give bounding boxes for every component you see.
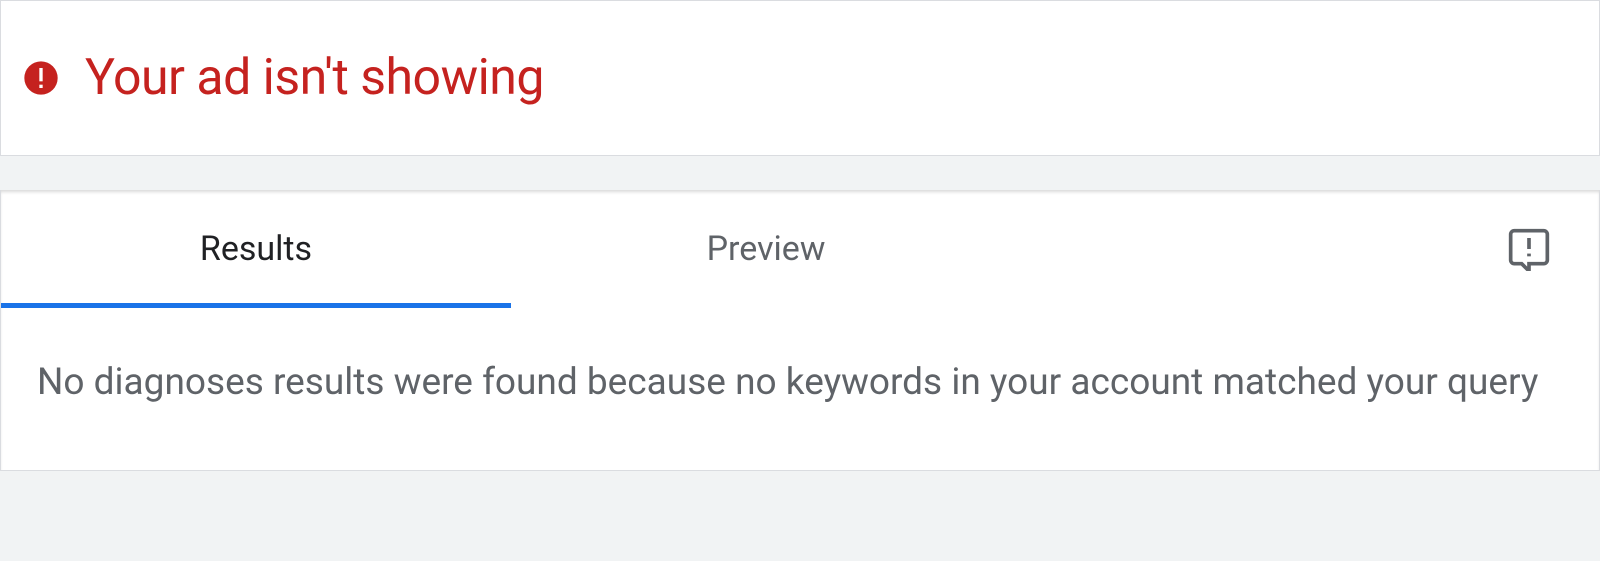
feedback-icon [1507, 227, 1551, 271]
tab-label: Preview [707, 229, 826, 269]
tab-label: Results [200, 229, 312, 269]
banner-title: Your ad isn't showing [85, 49, 544, 107]
tab-results[interactable]: Results [1, 190, 511, 308]
status-banner: Your ad isn't showing [0, 0, 1600, 156]
results-panel: Results Preview No diagnoses results wer… [0, 190, 1600, 471]
feedback-button[interactable] [1489, 190, 1569, 308]
tabbar-spacer [1021, 190, 1489, 308]
tabbar: Results Preview [1, 190, 1599, 308]
error-icon [21, 58, 61, 98]
results-content: No diagnoses results were found because … [1, 308, 1599, 470]
tab-preview[interactable]: Preview [511, 190, 1021, 308]
no-results-message: No diagnoses results were found because … [37, 356, 1563, 410]
section-gap [0, 156, 1600, 190]
